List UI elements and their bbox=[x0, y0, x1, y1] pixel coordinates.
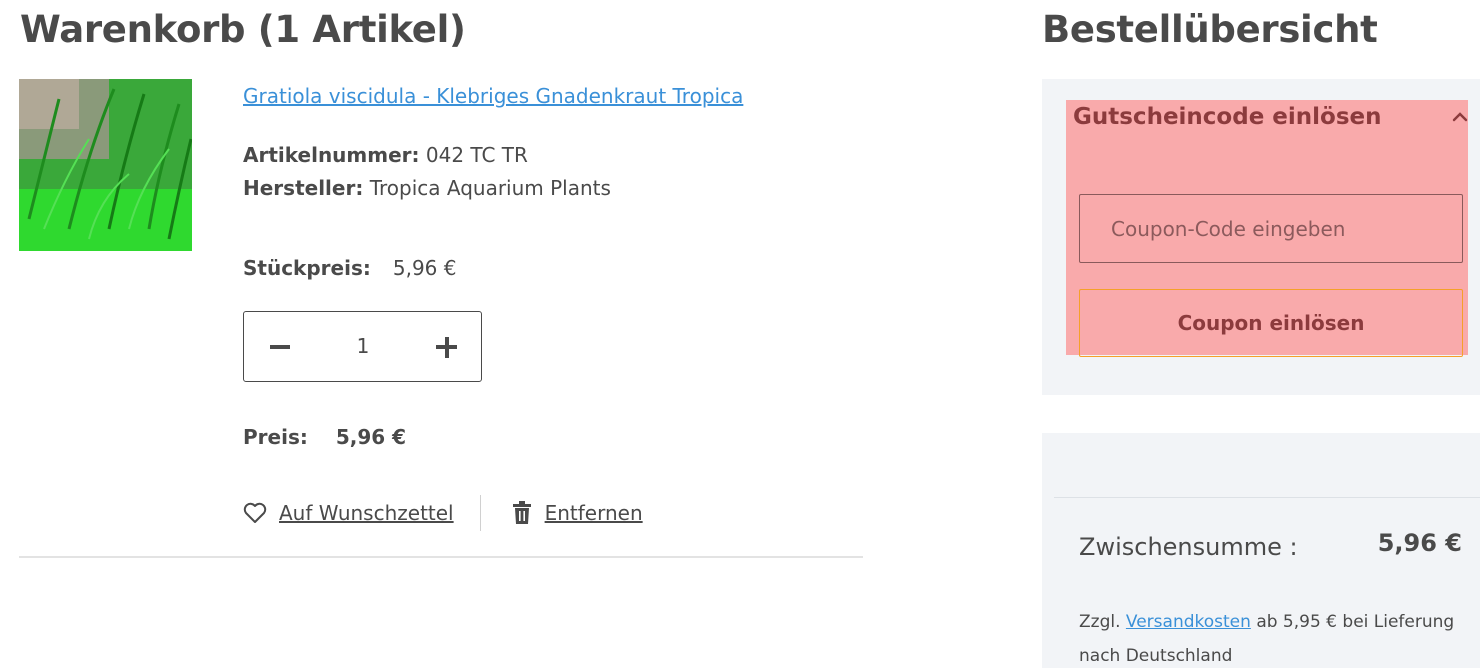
minus-icon[interactable] bbox=[264, 334, 296, 360]
quantity-stepper bbox=[243, 311, 482, 382]
shipping-prefix: Zzgl. bbox=[1079, 612, 1121, 632]
manufacturer-label: Hersteller: bbox=[243, 176, 364, 200]
heart-icon bbox=[243, 502, 267, 523]
subtotal-label: Zwischensumme : bbox=[1079, 533, 1298, 561]
article-number-value: 042 TC TR bbox=[425, 143, 528, 167]
wishlist-label: Auf Wunschzettel bbox=[279, 501, 454, 525]
unit-price-value: 5,96 € bbox=[392, 256, 457, 280]
trash-icon bbox=[512, 501, 531, 524]
article-number-row: Artikelnummer: 042 TC TR bbox=[243, 143, 528, 167]
manufacturer-row: Hersteller: Tropica Aquarium Plants bbox=[243, 176, 611, 200]
remove-label: Entfernen bbox=[544, 501, 643, 525]
chevron-up-icon[interactable] bbox=[1452, 109, 1468, 125]
product-name-link[interactable]: Gratiola viscidula - Klebriges Gnadenkra… bbox=[243, 84, 743, 108]
coupon-card: Gutscheincode einlösen Coupon einlösen bbox=[1042, 79, 1480, 395]
product-image[interactable] bbox=[19, 79, 192, 251]
quantity-input[interactable] bbox=[339, 334, 387, 358]
price-row: Preis: 5,96 € bbox=[243, 425, 406, 449]
unit-price-row: Stückpreis: 5,96 € bbox=[243, 256, 457, 280]
totals-card: Zwischensumme : 5,96 € Zzgl. Versandkost… bbox=[1042, 433, 1480, 668]
totals-divider bbox=[1054, 497, 1480, 498]
plus-icon[interactable] bbox=[430, 332, 462, 362]
unit-price-label: Stückpreis: bbox=[243, 256, 371, 280]
summary-title: Bestellübersicht bbox=[1042, 8, 1378, 51]
item-actions: Auf Wunschzettel Entfernen bbox=[243, 495, 643, 531]
action-divider bbox=[479, 495, 481, 531]
price-value: 5,96 € bbox=[335, 425, 407, 449]
manufacturer-value: Tropica Aquarium Plants bbox=[369, 176, 611, 200]
cart-title: Warenkorb (1 Artikel) bbox=[20, 8, 466, 51]
cart-divider bbox=[19, 556, 863, 558]
shipping-costs-link[interactable]: Versandkosten bbox=[1126, 612, 1251, 632]
coupon-toggle[interactable]: Gutscheincode einlösen bbox=[1073, 104, 1382, 130]
shipping-note: Zzgl. Versandkosten ab 5,95 € bei Liefer… bbox=[1079, 605, 1469, 668]
redeem-coupon-button[interactable]: Coupon einlösen bbox=[1079, 289, 1463, 357]
wishlist-button[interactable]: Auf Wunschzettel bbox=[243, 501, 454, 525]
article-number-label: Artikelnummer: bbox=[243, 143, 420, 167]
coupon-code-input[interactable] bbox=[1079, 194, 1463, 263]
price-label: Preis: bbox=[243, 425, 308, 449]
remove-button[interactable]: Entfernen bbox=[511, 501, 643, 525]
subtotal-value: 5,96 € bbox=[1377, 529, 1462, 557]
